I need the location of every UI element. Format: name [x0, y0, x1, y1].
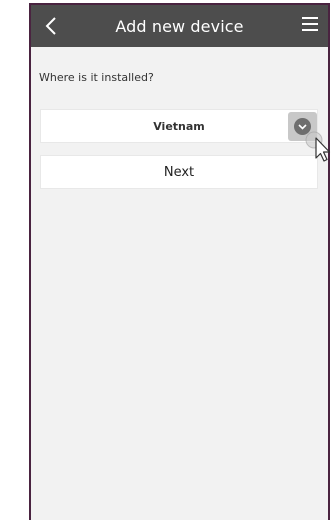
app-header: Add new device — [31, 5, 328, 47]
hamburger-menu-icon[interactable] — [302, 17, 318, 31]
next-button-label: Next — [163, 164, 195, 180]
page: Add new device Where is it installed? Vi… — [0, 0, 333, 520]
chevron-down-icon — [294, 118, 311, 135]
country-select-value: Vietnam — [153, 119, 205, 133]
dropdown-toggle-button[interactable] — [288, 112, 317, 141]
back-button[interactable] — [41, 14, 61, 38]
install-location-label: Where is it installed? — [39, 71, 154, 84]
next-button[interactable]: Next — [40, 155, 318, 189]
page-title: Add new device — [115, 16, 244, 36]
app-screen: Add new device Where is it installed? Vi… — [29, 3, 330, 520]
chevron-left-icon — [45, 17, 56, 35]
country-select[interactable]: Vietnam — [40, 109, 318, 143]
